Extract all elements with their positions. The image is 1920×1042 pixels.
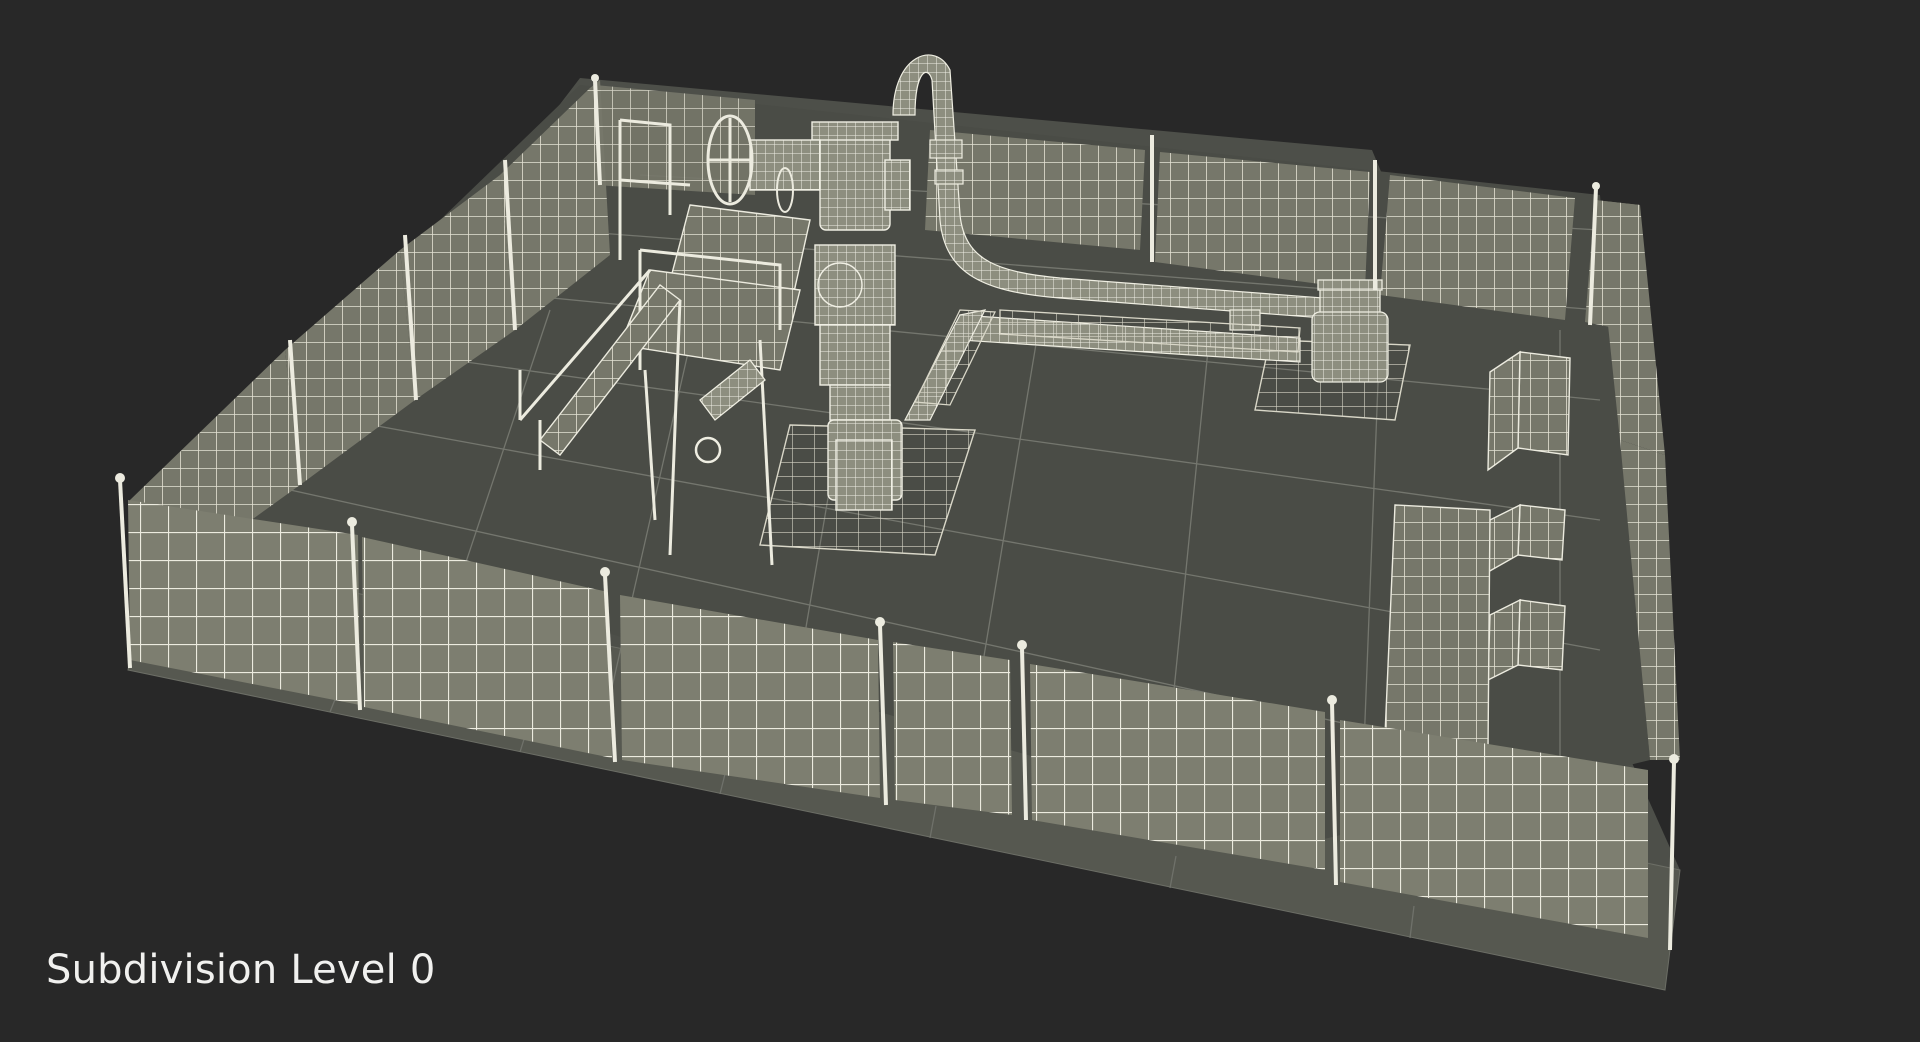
render-viewport bbox=[0, 0, 1920, 1038]
wireframe-render bbox=[115, 54, 1681, 991]
secondary-wellhead bbox=[1311, 279, 1389, 383]
subdivision-level-caption: Subdivision Level 0 bbox=[46, 947, 436, 993]
